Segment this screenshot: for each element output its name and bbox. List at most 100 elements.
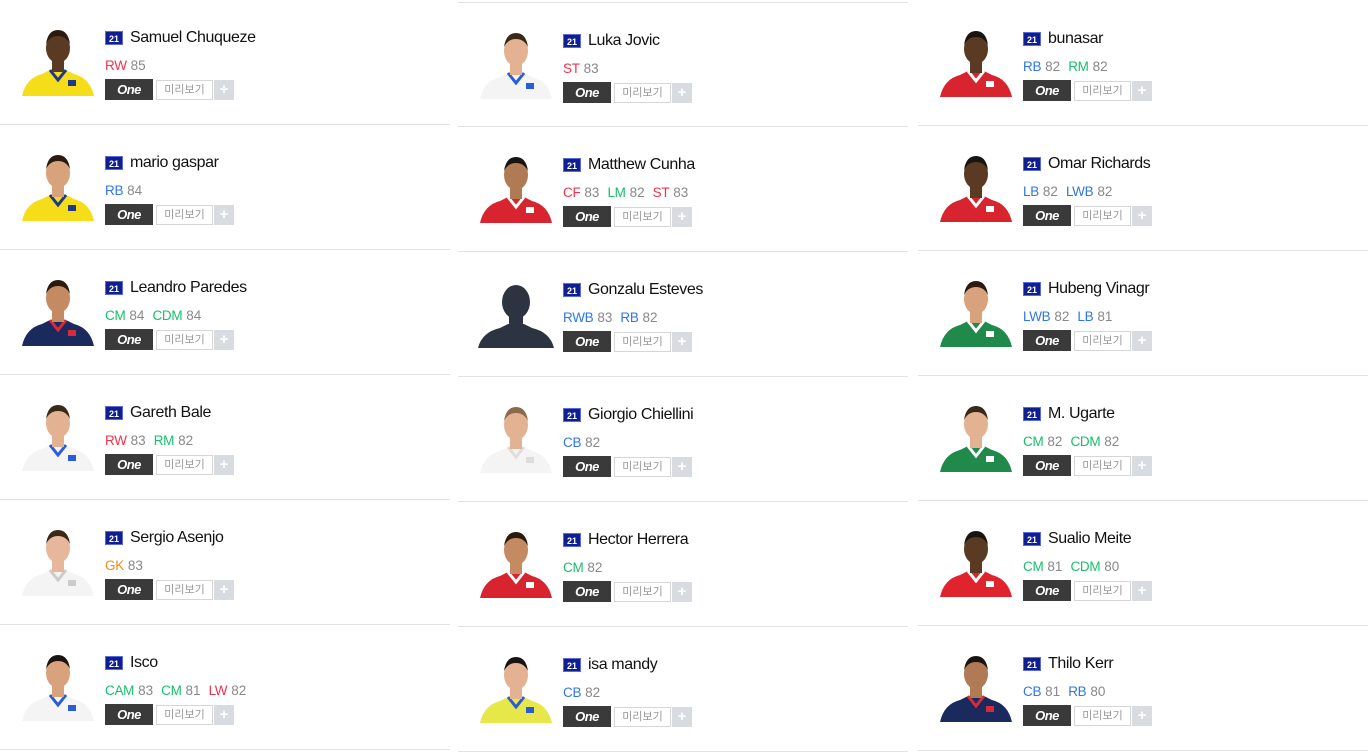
player-card[interactable]: 21 Sualio Meite CM 81 CDM 80 One 미리보기 +: [918, 501, 1368, 626]
player-card[interactable]: 21 Hector Herrera CM 82 One 미리보기 +: [458, 502, 908, 627]
preview-button[interactable]: 미리보기: [156, 79, 213, 100]
player-card[interactable]: 21 Luka Jovic ST 83 One 미리보기 +: [458, 2, 908, 127]
add-compare-button[interactable]: +: [1132, 705, 1152, 726]
player-name[interactable]: isa mandy: [588, 656, 658, 674]
preview-button[interactable]: 미리보기: [614, 206, 671, 227]
preview-button[interactable]: 미리보기: [1074, 205, 1131, 226]
player-name[interactable]: Isco: [130, 654, 158, 672]
add-compare-button[interactable]: +: [672, 581, 692, 602]
add-compare-button[interactable]: +: [214, 79, 234, 100]
one-button[interactable]: One: [563, 82, 611, 103]
player-name[interactable]: Samuel Chuqueze: [130, 29, 256, 47]
player-card[interactable]: 21 Gonzalu Esteves RWB 83 RB 82 One 미리보기…: [458, 252, 908, 377]
player-name[interactable]: Sergio Asenjo: [130, 529, 224, 547]
player-name[interactable]: Hubeng Vinagr: [1048, 280, 1150, 298]
player-card[interactable]: 21 Samuel Chuqueze RW 85 One 미리보기 +: [0, 0, 450, 125]
player-card[interactable]: 21 Omar Richards LB 82 LWB 82 One 미리보기 +: [918, 126, 1368, 251]
preview-button[interactable]: 미리보기: [1074, 80, 1131, 101]
player-name[interactable]: Sualio Meite: [1048, 530, 1132, 548]
preview-button[interactable]: 미리보기: [156, 579, 213, 600]
one-button[interactable]: One: [105, 79, 153, 100]
one-button[interactable]: One: [563, 456, 611, 477]
add-compare-button[interactable]: +: [1132, 80, 1152, 101]
player-name[interactable]: Luka Jovic: [588, 32, 660, 50]
one-button[interactable]: One: [1023, 580, 1071, 601]
preview-button[interactable]: 미리보기: [1074, 330, 1131, 351]
preview-button[interactable]: 미리보기: [614, 706, 671, 727]
player-card[interactable]: 21 Thilo Kerr CB 81 RB 80 One 미리보기 +: [918, 626, 1368, 751]
one-button[interactable]: One: [1023, 205, 1071, 226]
player-card[interactable]: 21 Isco CAM 83 CM 81 LW 82 One 미리보기 +: [0, 625, 450, 750]
add-compare-button[interactable]: +: [672, 82, 692, 103]
player-card[interactable]: 21 mario gaspar RB 84 One 미리보기 +: [0, 125, 450, 250]
preview-button[interactable]: 미리보기: [156, 204, 213, 225]
player-photo[interactable]: [20, 145, 96, 221]
one-button[interactable]: One: [563, 206, 611, 227]
player-photo[interactable]: [938, 646, 1014, 722]
player-name[interactable]: Gonzalu Esteves: [588, 281, 703, 299]
player-photo[interactable]: [20, 395, 96, 471]
add-compare-button[interactable]: +: [214, 329, 234, 350]
player-photo[interactable]: [20, 20, 96, 96]
one-button[interactable]: One: [105, 454, 153, 475]
one-button[interactable]: One: [1023, 455, 1071, 476]
add-compare-button[interactable]: +: [672, 331, 692, 352]
player-photo[interactable]: [938, 146, 1014, 222]
player-photo[interactable]: [478, 272, 554, 348]
preview-button[interactable]: 미리보기: [156, 704, 213, 725]
preview-button[interactable]: 미리보기: [614, 82, 671, 103]
preview-button[interactable]: 미리보기: [156, 329, 213, 350]
player-card[interactable]: 21 Gareth Bale RW 83 RM 82 One 미리보기 +: [0, 375, 450, 500]
player-name[interactable]: Omar Richards: [1048, 155, 1151, 173]
preview-button[interactable]: 미리보기: [614, 581, 671, 602]
preview-button[interactable]: 미리보기: [156, 454, 213, 475]
preview-button[interactable]: 미리보기: [614, 331, 671, 352]
preview-button[interactable]: 미리보기: [1074, 455, 1131, 476]
player-photo[interactable]: [478, 647, 554, 723]
player-name[interactable]: Gareth Bale: [130, 404, 211, 422]
one-button[interactable]: One: [563, 581, 611, 602]
player-photo[interactable]: [938, 396, 1014, 472]
player-photo[interactable]: [938, 271, 1014, 347]
add-compare-button[interactable]: +: [672, 206, 692, 227]
add-compare-button[interactable]: +: [672, 706, 692, 727]
add-compare-button[interactable]: +: [214, 704, 234, 725]
add-compare-button[interactable]: +: [214, 579, 234, 600]
add-compare-button[interactable]: +: [214, 454, 234, 475]
add-compare-button[interactable]: +: [1132, 205, 1152, 226]
one-button[interactable]: One: [105, 579, 153, 600]
player-card[interactable]: 21 Matthew Cunha CF 83 LM 82 ST 83 One 미…: [458, 127, 908, 252]
player-photo[interactable]: [478, 147, 554, 223]
preview-button[interactable]: 미리보기: [614, 456, 671, 477]
player-photo[interactable]: [20, 645, 96, 721]
preview-button[interactable]: 미리보기: [1074, 580, 1131, 601]
player-photo[interactable]: [20, 520, 96, 596]
player-card[interactable]: 21 Giorgio Chiellini CB 82 One 미리보기 +: [458, 377, 908, 502]
player-name[interactable]: mario gaspar: [130, 154, 219, 172]
player-card[interactable]: 21 Hubeng Vinagr LWB 82 LB 81 One 미리보기 +: [918, 251, 1368, 376]
player-photo[interactable]: [478, 397, 554, 473]
player-card[interactable]: 21 bunasar RB 82 RM 82 One 미리보기 +: [918, 1, 1368, 126]
player-name[interactable]: M. Ugarte: [1048, 405, 1115, 423]
add-compare-button[interactable]: +: [672, 456, 692, 477]
one-button[interactable]: One: [563, 331, 611, 352]
player-card[interactable]: 21 Sergio Asenjo GK 83 One 미리보기 +: [0, 500, 450, 625]
add-compare-button[interactable]: +: [214, 204, 234, 225]
player-name[interactable]: Matthew Cunha: [588, 156, 695, 174]
player-name[interactable]: Giorgio Chiellini: [588, 406, 694, 424]
player-photo[interactable]: [938, 21, 1014, 97]
player-name[interactable]: Leandro Paredes: [130, 279, 247, 297]
add-compare-button[interactable]: +: [1132, 580, 1152, 601]
one-button[interactable]: One: [105, 329, 153, 350]
player-card[interactable]: 21 M. Ugarte CM 82 CDM 82 One 미리보기 +: [918, 376, 1368, 501]
player-name[interactable]: Hector Herrera: [588, 531, 689, 549]
player-card[interactable]: 21 Leandro Paredes CM 84 CDM 84 One 미리보기…: [0, 250, 450, 375]
player-card[interactable]: 21 isa mandy CB 82 One 미리보기 +: [458, 627, 908, 752]
one-button[interactable]: One: [105, 204, 153, 225]
player-photo[interactable]: [938, 521, 1014, 597]
player-photo[interactable]: [478, 23, 554, 99]
one-button[interactable]: One: [563, 706, 611, 727]
one-button[interactable]: One: [105, 704, 153, 725]
add-compare-button[interactable]: +: [1132, 455, 1152, 476]
one-button[interactable]: One: [1023, 330, 1071, 351]
